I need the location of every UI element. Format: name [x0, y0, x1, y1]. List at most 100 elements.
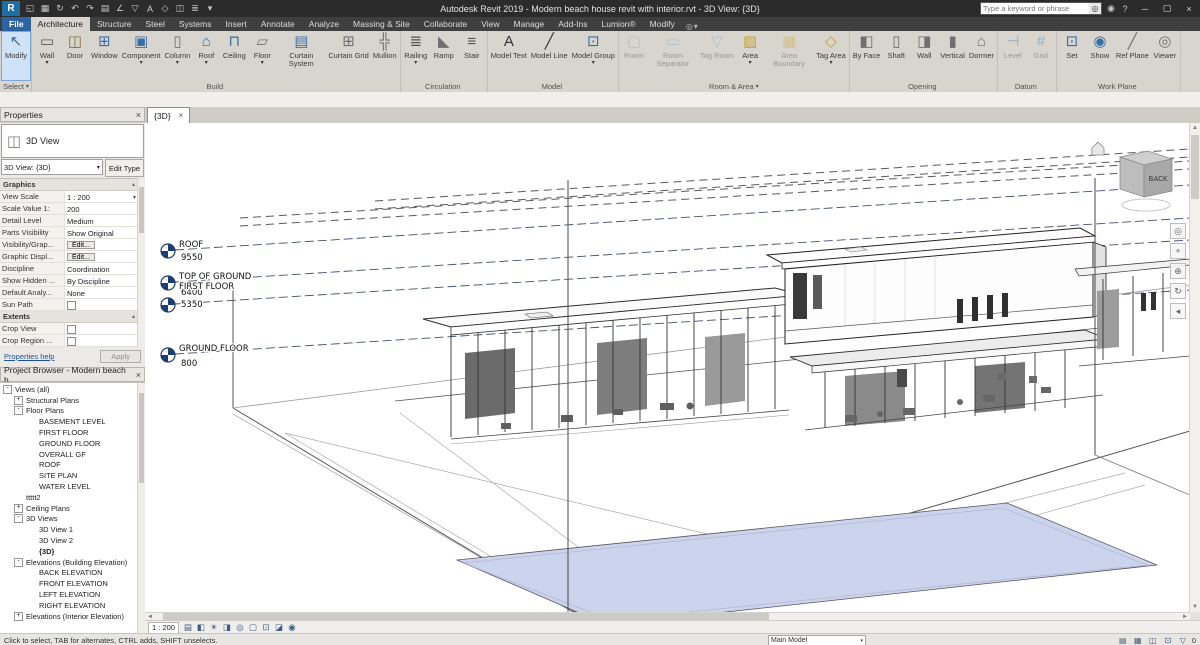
- tree-item[interactable]: + Elevations (Interior Elevation): [0, 611, 138, 622]
- extents-section-header[interactable]: Extents ▴: [0, 311, 138, 323]
- text-icon[interactable]: A: [143, 2, 157, 15]
- property-value[interactable]: Medium Medium ▾: [65, 215, 138, 226]
- ribbon-tab[interactable]: Structure: [90, 17, 139, 31]
- property-row[interactable]: Crop Region ... ▾: [0, 335, 138, 347]
- tree-item[interactable]: FIRST FLOOR: [0, 427, 138, 438]
- tree-item[interactable]: ROOF: [0, 460, 138, 471]
- property-value[interactable]: Edit... Edit... ▾: [65, 251, 138, 262]
- ribbon-button[interactable]: ⌂ Roof ▾: [192, 32, 220, 80]
- property-row[interactable]: Graphic Displ... Edit... Edit... ▾: [0, 251, 138, 263]
- crop-view-icon[interactable]: ▢: [247, 622, 259, 633]
- ribbon-button[interactable]: ↖ Modify: [1, 31, 31, 81]
- ribbon-tab[interactable]: Add-Ins: [551, 17, 594, 31]
- property-value[interactable]: None None ▾: [65, 287, 138, 298]
- save-icon[interactable]: ▦: [38, 2, 52, 15]
- zoom-icon[interactable]: ⊕: [1170, 263, 1186, 279]
- help-icon[interactable]: ?: [1118, 2, 1132, 15]
- ribbon-button[interactable]: ▦ Area Boundary: [764, 32, 814, 80]
- ribbon-button[interactable]: # Grid: [1027, 32, 1055, 80]
- revit-logo-icon[interactable]: R: [2, 1, 20, 16]
- property-checkbox[interactable]: [67, 300, 76, 310]
- tree-scrollbar[interactable]: [137, 383, 145, 633]
- ribbon-group-name[interactable]: Model: [489, 80, 617, 92]
- type-selector[interactable]: ◫ 3D View: [1, 124, 144, 158]
- reveal-hidden-icon[interactable]: ◉: [286, 622, 298, 633]
- ribbon-tab[interactable]: File: [2, 17, 31, 31]
- crop-region-icon[interactable]: ⊡: [260, 622, 272, 633]
- property-row[interactable]: Sun Path ▾: [0, 299, 138, 311]
- scale-button[interactable]: 1 : 200: [148, 621, 179, 634]
- close-icon[interactable]: ×: [136, 110, 141, 120]
- redo-icon[interactable]: ↷: [83, 2, 97, 15]
- tree-item[interactable]: 3D View 2: [0, 535, 138, 546]
- ribbon-button[interactable]: ▽ Tag Room: [698, 32, 736, 80]
- ribbon-button[interactable]: ◨ Wall: [910, 32, 938, 80]
- tree-item[interactable]: + Ceiling Plans: [0, 503, 138, 514]
- tree-item[interactable]: + Structural Plans: [0, 395, 138, 406]
- close-button[interactable]: ×: [1178, 0, 1200, 17]
- ribbon-button[interactable]: ▯ Column ▾: [162, 32, 192, 80]
- print-icon[interactable]: ▤: [98, 2, 112, 15]
- exclude-options-icon[interactable]: ◫: [1147, 635, 1159, 645]
- ribbon-button[interactable]: A Model Text: [489, 32, 529, 80]
- steering-wheel-icon[interactable]: ◎: [1170, 223, 1186, 239]
- main-model-select[interactable]: Main Model ▾: [768, 635, 866, 645]
- ribbon-tab[interactable]: Massing & Site: [346, 17, 417, 31]
- property-row[interactable]: Visibility/Grap... Edit... Edit... ▾: [0, 239, 138, 251]
- signin-icon[interactable]: ◉: [1104, 2, 1118, 15]
- ribbon-tab[interactable]: Modify: [643, 17, 682, 31]
- ribbon-button[interactable]: ▤ Curtain System: [276, 32, 326, 80]
- property-row[interactable]: Show Hidden ... By Discipline By Discipl…: [0, 275, 138, 287]
- ribbon-button[interactable]: ◇ Tag Area ▾: [814, 32, 848, 80]
- ribbon-button[interactable]: ◎ Viewer: [1151, 32, 1179, 80]
- properties-help-link[interactable]: Properties help: [4, 352, 54, 361]
- filter-icon[interactable]: ▽: [1177, 635, 1189, 645]
- property-value[interactable]: ▾: [65, 299, 138, 310]
- ribbon-tab[interactable]: Collaborate: [417, 17, 474, 31]
- property-value[interactable]: ▾: [65, 323, 138, 334]
- scroll-down-icon[interactable]: ▼: [1190, 602, 1200, 612]
- sun-path-icon[interactable]: ☀: [208, 622, 220, 633]
- tree-toggle-icon[interactable]: +: [14, 503, 23, 513]
- ribbon-tab[interactable]: Steel: [139, 17, 172, 31]
- modify-selector[interactable]: ◎ ▾: [686, 22, 698, 31]
- restore-button[interactable]: ▢: [1156, 0, 1178, 17]
- tree-item[interactable]: - 3D Views: [0, 514, 138, 525]
- sync-icon[interactable]: ↻: [53, 2, 67, 15]
- ribbon-button[interactable]: ▭ Room Separator: [648, 32, 698, 80]
- property-edit-button[interactable]: Edit...: [67, 253, 95, 261]
- ribbon-button[interactable]: ⊡ Set: [1058, 32, 1086, 80]
- ribbon-button[interactable]: ◉ Show: [1086, 32, 1114, 80]
- property-value[interactable]: Coordination Coordination ▾: [65, 263, 138, 274]
- property-value[interactable]: Show Original Show Original ▾: [65, 227, 138, 238]
- qat-dropdown-icon[interactable]: ▾: [203, 2, 217, 15]
- search-input[interactable]: [981, 3, 1089, 14]
- properties-scrollbar[interactable]: [137, 179, 145, 347]
- property-value[interactable]: Edit... Edit... ▾: [65, 239, 138, 250]
- ribbon-button[interactable]: ⊡ Model Group ▾: [570, 32, 617, 80]
- drawing-area[interactable]: ROOF 9550 TOP OF GROUND 6400 FIRST FLOOR…: [145, 123, 1190, 612]
- ribbon-button[interactable]: ≡ Stair: [458, 32, 486, 80]
- pan-icon[interactable]: +: [1170, 243, 1186, 259]
- ribbon-tab[interactable]: Architecture: [30, 17, 91, 31]
- graphics-section-header[interactable]: Graphics ▴: [0, 179, 138, 191]
- apply-button[interactable]: Apply: [100, 350, 141, 363]
- property-row[interactable]: Detail Level Medium Medium ▾: [0, 215, 138, 227]
- property-edit-button[interactable]: Edit...: [67, 241, 95, 249]
- tree-item[interactable]: - Floor Plans: [0, 406, 138, 417]
- ribbon-tab[interactable]: View: [474, 17, 506, 31]
- tree-toggle-icon[interactable]: -: [14, 406, 23, 416]
- ribbon-group-name[interactable]: Datum: [999, 80, 1055, 92]
- property-value[interactable]: By Discipline By Discipline ▾: [65, 275, 138, 286]
- tree-toggle-icon[interactable]: -: [14, 557, 23, 567]
- ribbon-button[interactable]: ╬ Mullion: [371, 32, 399, 80]
- tree-toggle-icon[interactable]: -: [3, 384, 12, 394]
- tree-toggle-icon[interactable]: -: [14, 514, 23, 524]
- open-icon[interactable]: ◱: [23, 2, 37, 15]
- ribbon-button[interactable]: ╱ Model Line: [529, 32, 570, 80]
- ribbon-button[interactable]: ⊓ Ceiling: [220, 32, 248, 80]
- tree-item[interactable]: SITE PLAN: [0, 470, 138, 481]
- ribbon-button[interactable]: ▢ Room: [620, 32, 648, 80]
- ribbon-button[interactable]: ╱ Ref Plane: [1114, 32, 1151, 80]
- tree-item[interactable]: ttttt2: [0, 492, 138, 503]
